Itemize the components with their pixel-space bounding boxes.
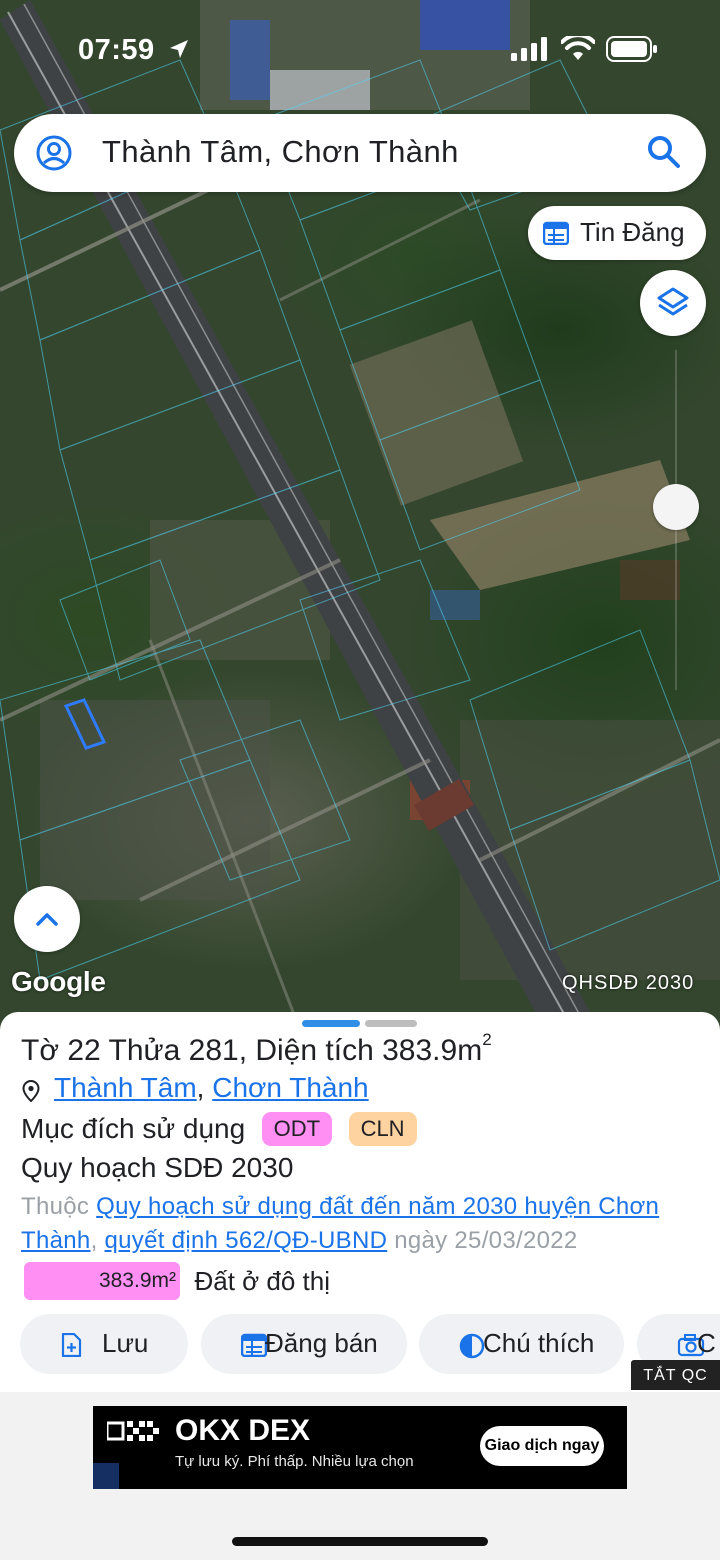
user-account-icon[interactable] [36, 135, 72, 171]
chevron-up-icon [36, 913, 58, 926]
plot-label: Thửa [108, 1034, 181, 1067]
area-pill: 383.9m² [24, 1262, 180, 1300]
tin-dang-button[interactable]: Tin Đăng [528, 206, 706, 260]
sheet-label: Tờ [21, 1034, 59, 1067]
parcel-title: Tờ 22 Thửa 281, Diện tích 383.9m2 [21, 1030, 492, 1068]
save-button[interactable]: Lưu [20, 1314, 188, 1374]
district-link[interactable]: Chơn Thành [212, 1072, 368, 1103]
save-label: Lưu [102, 1328, 149, 1358]
decision-link[interactable]: quyết định 562/QĐ-UBND [105, 1227, 388, 1254]
post-for-sale-button[interactable]: Đăng bán [201, 1314, 407, 1374]
location-separator: , [196, 1072, 205, 1103]
area-value: 383.9m2 [382, 1030, 492, 1067]
plan-separator: , [90, 1227, 98, 1254]
plan-prefix: Thuộc [21, 1193, 90, 1220]
sheet-number: 22 [67, 1034, 101, 1067]
ad-banner[interactable]: OKX DEX Tự lưu ký. Phí thấp. Nhiều lựa c… [93, 1406, 627, 1489]
map-layer-label: QHSDĐ 2030 [562, 972, 695, 994]
cellular-signal-icon [511, 37, 547, 61]
home-indicator[interactable] [232, 1537, 488, 1546]
ad-cta-button[interactable]: Giao dịch ngay [480, 1426, 604, 1466]
post-for-sale-label: Đăng bán [265, 1328, 378, 1358]
layers-button[interactable] [640, 270, 706, 336]
plan-heading: Quy hoạch SDĐ 2030 [21, 1152, 294, 1183]
area-unit-sup: 2 [482, 1030, 492, 1049]
decision-date: ngày 25/03/2022 [394, 1227, 578, 1254]
legend-button[interactable]: Chú thích [419, 1314, 624, 1374]
action-buttons: Lưu Đăng bán Chú thích C [20, 1314, 720, 1374]
purpose-badge-cln[interactable]: CLN [348, 1112, 417, 1146]
location-arrow-icon [170, 40, 188, 58]
tin-dang-label: Tin Đăng [580, 217, 685, 247]
ad-subtitle: Tự lưu ký. Phí thấp. Nhiều lựa chọn [175, 1453, 414, 1470]
parcel-info-panel: Tờ 22 Thửa 281, Diện tích 383.9m2 Thành … [0, 1012, 720, 1392]
close-ad-button[interactable]: TẮT QC [631, 1360, 720, 1390]
layers-icon [657, 287, 689, 316]
ad-title: OKX DEX [175, 1414, 311, 1447]
okx-logo-icon [107, 1421, 159, 1441]
ad-choices-icon[interactable] [93, 1463, 119, 1489]
area-label: Diện tích [255, 1034, 374, 1067]
purpose-label: Mục đích sử dụng [21, 1113, 246, 1144]
map-pin-icon [22, 1080, 40, 1102]
panel-page-indicator-active[interactable] [302, 1020, 360, 1027]
area-land-type: Đất ở đô thị [194, 1265, 331, 1296]
area-breakdown-row: 383.9m² Đất ở đô thị [24, 1262, 330, 1300]
search-bar[interactable]: Thành Tâm, Chơn Thành [14, 114, 706, 192]
opacity-slider-thumb[interactable] [653, 484, 699, 530]
ad-area: OKX DEX Tự lưu ký. Phí thấp. Nhiều lựa c… [0, 1392, 720, 1560]
screenshot-label: C [697, 1328, 716, 1358]
plot-number: 281, [188, 1034, 248, 1067]
plan-description: Thuộc Quy hoạch sử dụng đất đến năm 2030… [21, 1190, 697, 1258]
battery-icon [606, 36, 657, 62]
file-plus-icon [61, 1333, 82, 1357]
ward-link[interactable]: Thành Tâm [54, 1072, 197, 1103]
area-pill-text: 383.9m² [98, 1269, 176, 1292]
wifi-icon [561, 36, 595, 60]
half-circle-icon [459, 1333, 485, 1359]
purpose-badge-odt[interactable]: ODT [261, 1112, 333, 1146]
search-icon[interactable] [646, 134, 682, 170]
plot-number-value: 281 [188, 1034, 239, 1067]
panel-page-indicator[interactable] [365, 1020, 417, 1027]
legend-label: Chú thích [483, 1328, 595, 1358]
area-value-text: 383.9m [382, 1034, 483, 1067]
purpose-row: Mục đích sử dụng ODT CLN [21, 1112, 417, 1146]
status-time: 07:59 [78, 34, 155, 66]
status-bar: 07:59 [0, 0, 720, 100]
map-view[interactable]: 07:59 Thành Tâm, Chơn Thành Tin Đăng Goo… [0, 0, 720, 1030]
search-query[interactable]: Thành Tâm, Chơn Thành [102, 132, 459, 172]
location-text: Thành Tâm, Chơn Thành [54, 1072, 369, 1104]
listing-calendar-icon [543, 221, 569, 245]
calendar-icon [241, 1333, 267, 1357]
expand-panel-button[interactable] [14, 886, 80, 952]
google-logo: Google [11, 966, 106, 997]
